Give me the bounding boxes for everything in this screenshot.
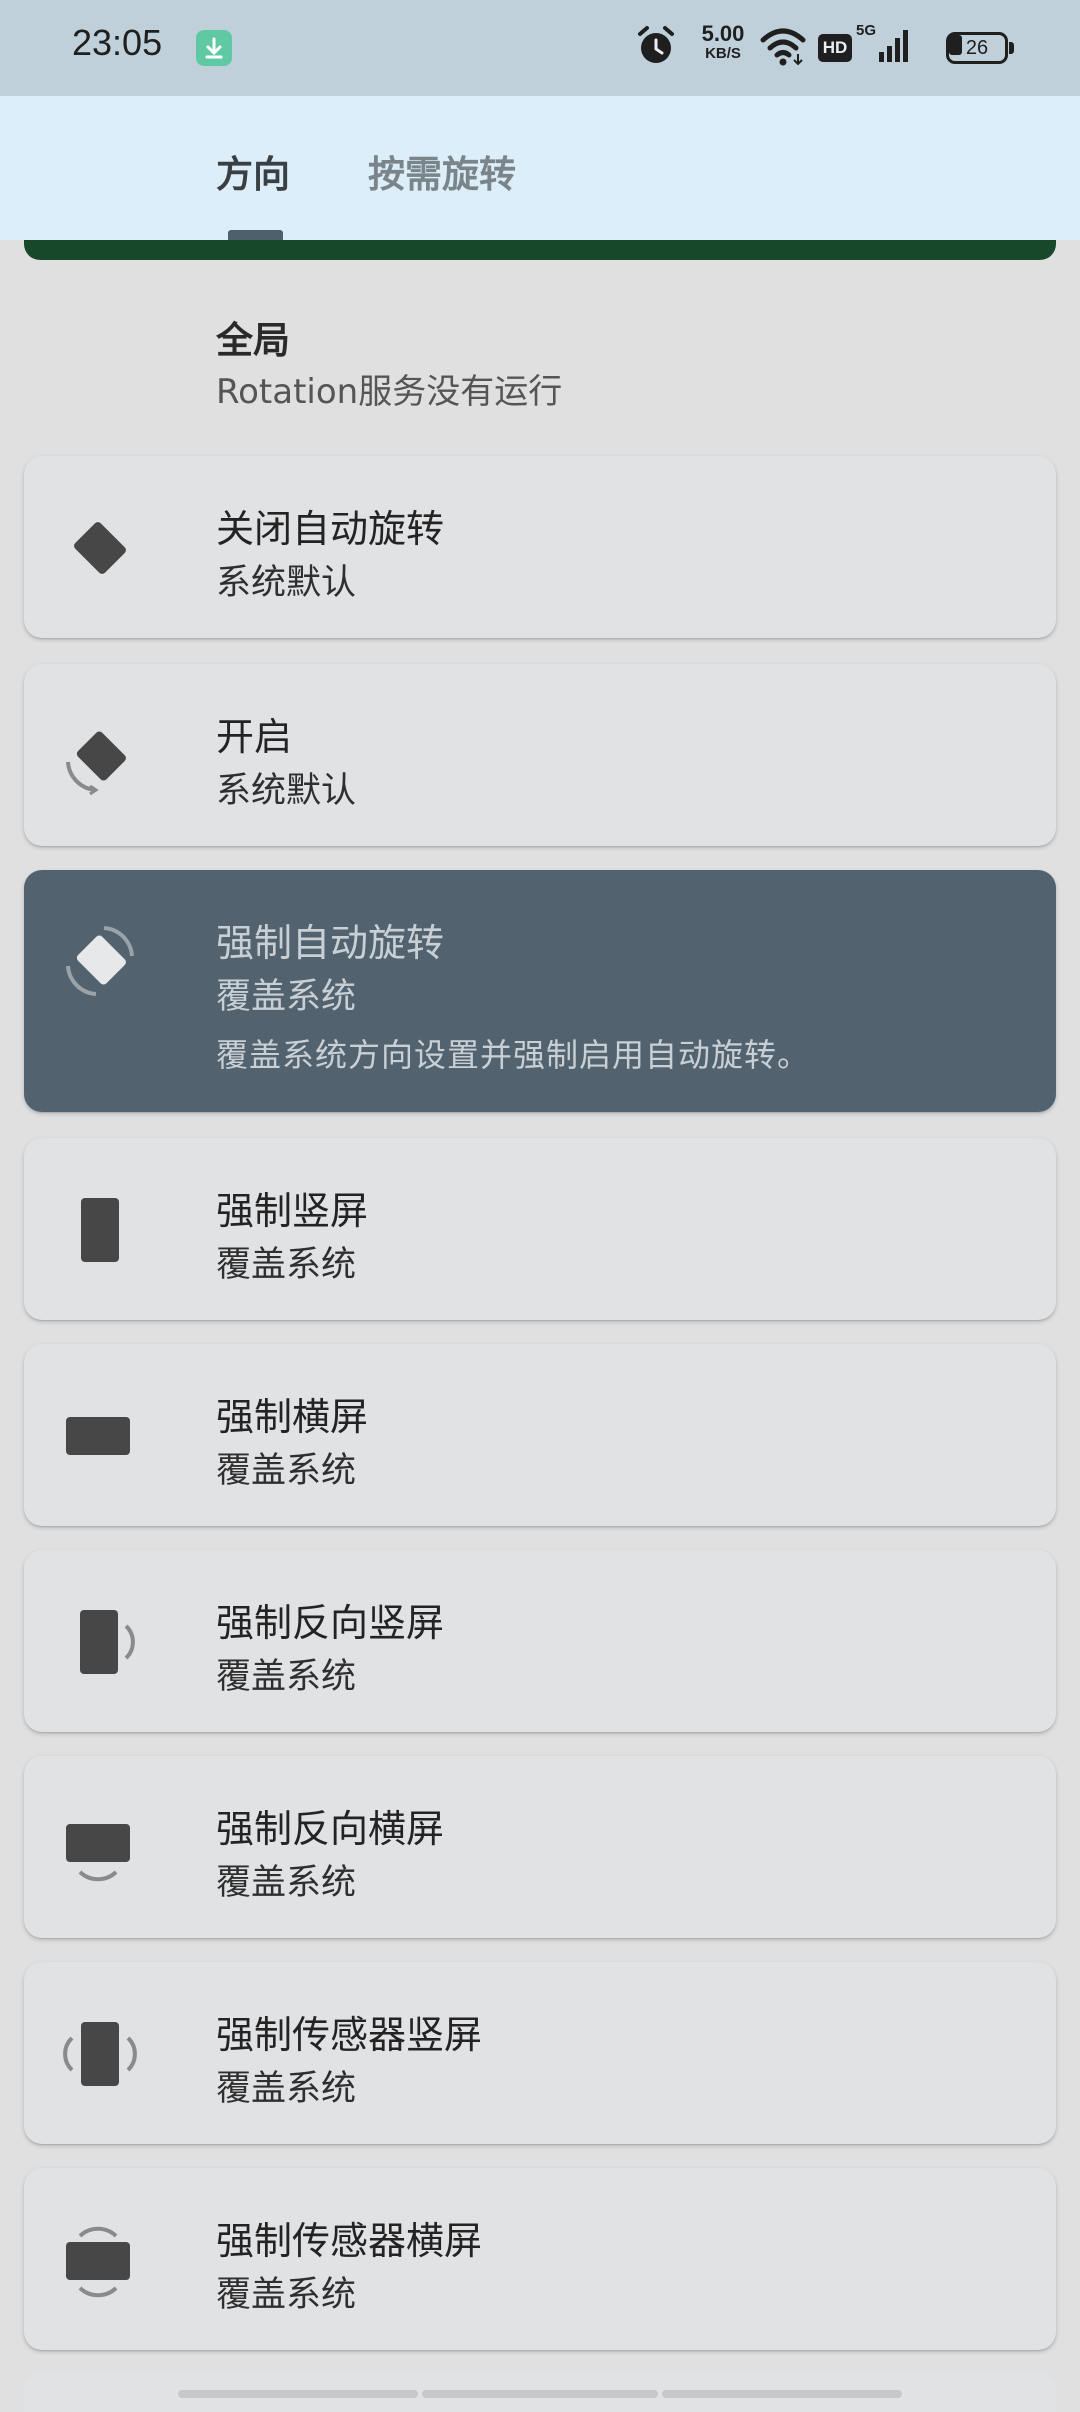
network-speed-unit: KB/S bbox=[705, 45, 741, 62]
accent-bar bbox=[24, 240, 1056, 260]
battery-level: 26 bbox=[965, 37, 989, 59]
option-title: 强制竖屏 bbox=[216, 1189, 369, 1233]
divider-segment bbox=[178, 2390, 418, 2398]
option-subtitle: 系统默认 bbox=[216, 771, 357, 811]
global-status: Rotation服务没有运行 bbox=[216, 372, 563, 412]
battery-icon: 26 bbox=[946, 32, 1014, 64]
option-card-force-sensor-portrait[interactable]: 强制传感器竖屏 覆盖系统 bbox=[24, 1962, 1056, 2144]
tab-bar: 方向 按需旋转 bbox=[0, 96, 1080, 240]
option-subtitle: 覆盖系统 bbox=[216, 1451, 357, 1491]
sensor-landscape-icon bbox=[60, 2220, 140, 2300]
option-subtitle: 覆盖系统 bbox=[216, 1657, 357, 1697]
option-subtitle: 覆盖系统 bbox=[216, 1863, 357, 1903]
orientation-list: 全局 Rotation服务没有运行 关闭自动旋转 系统默认 开启 系统默认 强制… bbox=[0, 240, 1080, 2412]
option-card-force-sensor-landscape[interactable]: 强制传感器横屏 覆盖系统 bbox=[24, 2168, 1056, 2350]
alarm-icon bbox=[636, 24, 676, 72]
sensor-portrait-icon bbox=[60, 2014, 140, 2094]
option-card-force-portrait[interactable]: 强制竖屏 覆盖系统 bbox=[24, 1138, 1056, 1320]
active-tab-indicator bbox=[228, 230, 283, 240]
cell-signal-icon bbox=[878, 24, 910, 72]
global-title: 全局 bbox=[216, 319, 290, 362]
option-subtitle: 覆盖系统 bbox=[216, 1245, 357, 1285]
option-card-rotation-on[interactable]: 开启 系统默认 bbox=[24, 664, 1056, 846]
option-card-force-reverse-portrait[interactable]: 强制反向竖屏 覆盖系统 bbox=[24, 1550, 1056, 1732]
option-card-force-landscape[interactable]: 强制横屏 覆盖系统 bbox=[24, 1344, 1056, 1526]
option-title: 强制传感器竖屏 bbox=[216, 2013, 483, 2057]
wifi-icon bbox=[760, 24, 806, 72]
option-subtitle: 覆盖系统 bbox=[216, 977, 357, 1017]
status-bar: 23:05 5.00 KB/S HD 5G 26 bbox=[0, 0, 1080, 96]
portrait-icon bbox=[60, 1190, 140, 1270]
divider-segment bbox=[662, 2390, 902, 2398]
option-title: 强制反向竖屏 bbox=[216, 1601, 445, 1645]
divider-segment bbox=[422, 2390, 658, 2398]
tab-orientation[interactable]: 方向 bbox=[216, 144, 290, 198]
tab-on-demand-rotation[interactable]: 按需旋转 bbox=[368, 144, 516, 198]
status-time: 23:05 bbox=[72, 22, 163, 63]
option-card-force-reverse-landscape[interactable]: 强制反向横屏 覆盖系统 bbox=[24, 1756, 1056, 1938]
network-speed: 5.00 KB/S bbox=[692, 22, 754, 62]
option-subtitle: 覆盖系统 bbox=[216, 2069, 357, 2109]
option-card-force-auto-rotate[interactable]: 强制自动旋转 覆盖系统 覆盖系统方向设置并强制启用自动旋转。 bbox=[24, 870, 1056, 1112]
landscape-icon bbox=[60, 1396, 140, 1476]
download-notification-icon bbox=[196, 30, 232, 66]
auto-rotate-icon bbox=[60, 716, 140, 796]
option-title: 强制传感器横屏 bbox=[216, 2219, 483, 2263]
network-type-label: 5G bbox=[855, 22, 876, 39]
rotation-lock-icon bbox=[60, 508, 140, 588]
option-card-rotation-off[interactable]: 关闭自动旋转 系统默认 bbox=[24, 456, 1056, 638]
option-description: 覆盖系统方向设置并强制启用自动旋转。 bbox=[216, 1036, 811, 1074]
option-title: 关闭自动旋转 bbox=[216, 507, 445, 551]
option-subtitle: 覆盖系统 bbox=[216, 2275, 357, 2315]
network-speed-value: 5.00 bbox=[701, 21, 745, 46]
option-title: 强制自动旋转 bbox=[216, 921, 445, 965]
force-auto-rotate-icon bbox=[60, 920, 140, 1000]
option-title: 强制横屏 bbox=[216, 1395, 369, 1439]
option-subtitle: 系统默认 bbox=[216, 563, 357, 603]
option-title: 开启 bbox=[216, 715, 293, 759]
reverse-landscape-icon bbox=[60, 1808, 140, 1888]
reverse-portrait-icon bbox=[60, 1602, 140, 1682]
option-title: 强制反向横屏 bbox=[216, 1807, 445, 1851]
hd-voice-badge: HD bbox=[818, 34, 852, 62]
